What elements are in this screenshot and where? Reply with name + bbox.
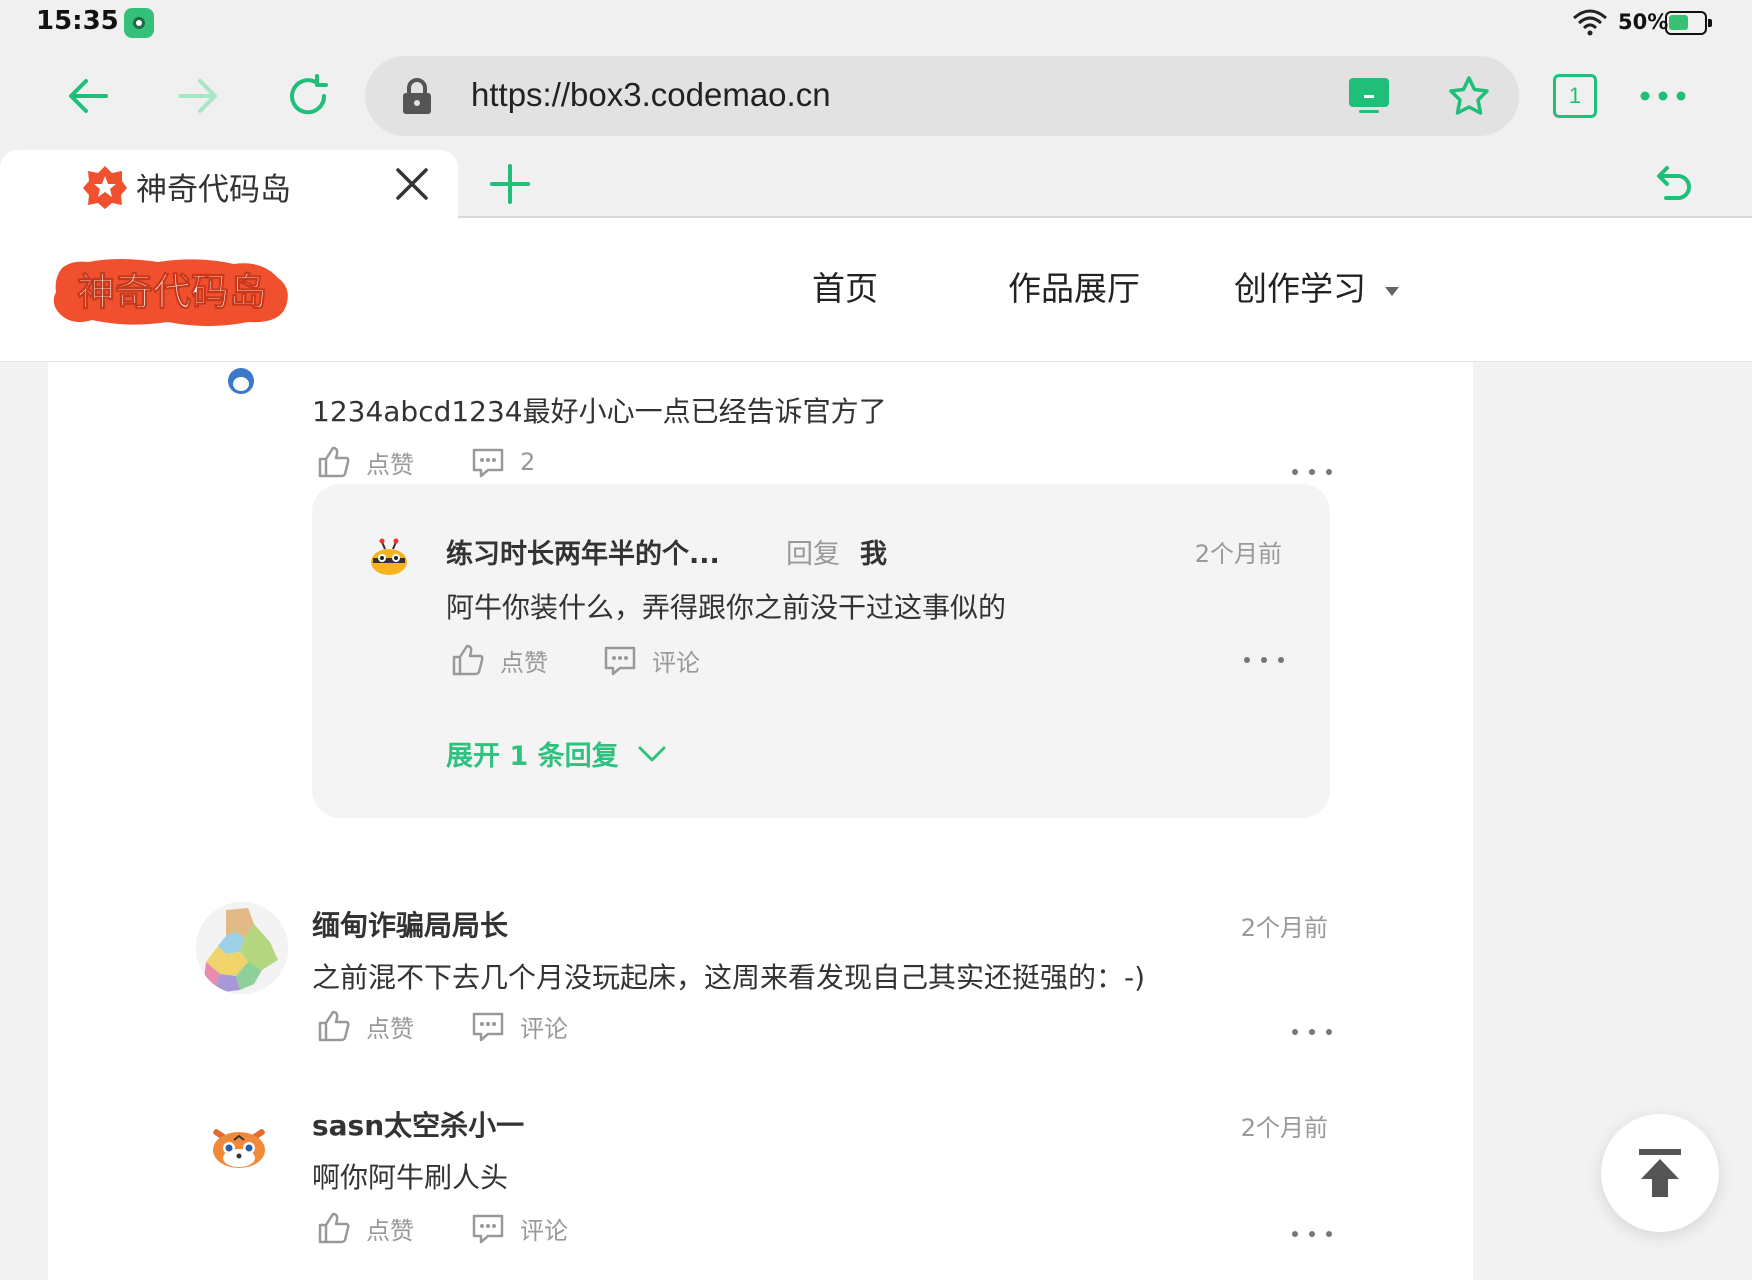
nav-gallery[interactable]: 作品展厅: [1008, 262, 1140, 310]
reply-text: 阿牛你装什么，弄得跟你之前没干过这事似的: [446, 591, 1007, 624]
tab-count-button[interactable]: 1: [1553, 74, 1597, 118]
nav-home[interactable]: 首页: [812, 262, 878, 310]
reload-icon: [290, 74, 328, 115]
comment-button[interactable]: 评论: [470, 1210, 568, 1246]
nav-learn-label: 创作学习: [1234, 269, 1366, 308]
site-logo[interactable]: 神奇代码岛: [48, 252, 292, 332]
avatar[interactable]: [196, 902, 288, 994]
comment-text: 啊你阿牛刷人头: [312, 1161, 509, 1194]
expand-replies-button[interactable]: 展开 1 条回复: [446, 734, 667, 773]
more-horizontal-icon: [1640, 91, 1686, 101]
bookmark-star-icon[interactable]: [1447, 74, 1491, 118]
new-tab-icon[interactable]: [488, 162, 532, 206]
menu-button[interactable]: [1633, 66, 1693, 126]
comment-bubble-icon: [472, 1214, 504, 1244]
lock-icon: [403, 78, 431, 114]
comment-bubble-icon: [472, 448, 504, 478]
thumbs-up-icon: [452, 644, 484, 676]
undo-close-tab-icon[interactable]: [1648, 162, 1694, 208]
battery-icon: [1665, 11, 1712, 35]
like-button[interactable]: 点赞: [316, 1210, 414, 1246]
scroll-to-top-button[interactable]: [1601, 1114, 1719, 1232]
site-header: 神奇代码岛 首页 作品展厅 创作学习: [0, 218, 1752, 362]
site-favicon-icon: [83, 166, 127, 209]
avatar[interactable]: [228, 368, 254, 394]
reply-target[interactable]: 我: [860, 532, 887, 571]
reply-count-button[interactable]: 2: [470, 444, 535, 480]
comment-item: sasn太空杀小一 2个月前 啊你阿牛刷人头 点赞 评论: [48, 1104, 1473, 1280]
comment-label: 评论: [652, 648, 700, 677]
like-button[interactable]: 点赞: [316, 444, 414, 480]
expand-label: 展开 1 条回复: [446, 741, 619, 772]
thumbs-up-icon: [318, 1212, 350, 1244]
close-tab-icon[interactable]: [394, 166, 430, 202]
like-label: 点赞: [366, 1216, 414, 1245]
author-name[interactable]: sasn太空杀小一: [312, 1104, 524, 1144]
comment-label: 评论: [520, 1014, 568, 1043]
reply-count: 2: [520, 448, 536, 476]
comment-time: 2个月前: [1240, 1114, 1328, 1142]
caret-down-icon: [1384, 286, 1399, 296]
like-button[interactable]: 点赞: [316, 1008, 414, 1044]
screen-cast-icon[interactable]: [1347, 76, 1391, 116]
url-text: https://box3.codemao.cn: [471, 76, 831, 113]
status-time: 15:35: [36, 6, 119, 36]
forward-button[interactable]: [168, 66, 228, 126]
comment-text: 1234abcd1234最好小心一点已经告诉官方了: [312, 395, 887, 428]
reply-comment-button[interactable]: 评论: [602, 642, 700, 678]
battery-percent: 50%: [1618, 10, 1669, 34]
comment-item: 缅甸诈骗局局长 2个月前 之前混不下去几个月没玩起床，这周来看发现自己其实还挺强…: [48, 902, 1473, 1092]
address-bar[interactable]: https://box3.codemao.cn: [365, 56, 1519, 136]
more-options-button[interactable]: [1292, 1224, 1332, 1244]
screen-recorder-icon: [124, 8, 154, 38]
tab-title: 神奇代码岛: [136, 172, 291, 208]
arrow-up-to-top-icon: [1639, 1149, 1681, 1197]
chevron-down-icon: [638, 746, 666, 761]
more-options-button[interactable]: [1292, 1022, 1332, 1042]
comment-time: 2个月前: [1240, 914, 1328, 942]
reply-time: 2个月前: [1194, 540, 1282, 568]
reload-button[interactable]: [278, 66, 338, 126]
thumbs-up-icon: [318, 1010, 350, 1042]
reply-box: 练习时长两年半的个... 回复 我 2个月前 阿牛你装什么，弄得跟你之前没干过这…: [312, 484, 1330, 818]
map-avatar-icon: [196, 902, 288, 994]
thumbs-up-icon: [318, 446, 350, 478]
wifi-icon: [1573, 9, 1607, 36]
nav-learn[interactable]: 创作学习: [1234, 262, 1401, 310]
like-label: 点赞: [500, 648, 548, 677]
reply-author[interactable]: 练习时长两年半的个...: [446, 532, 720, 571]
svg-text:神奇代码岛: 神奇代码岛: [77, 270, 267, 314]
reply-avatar[interactable]: [368, 536, 410, 578]
reply-more-options-button[interactable]: [1244, 650, 1284, 670]
like-label: 点赞: [366, 450, 414, 479]
arrow-left-icon: [69, 79, 108, 113]
reply-label: 回复: [786, 539, 840, 570]
back-button[interactable]: [58, 66, 118, 126]
comment-bubble-icon: [604, 646, 636, 676]
reply-like-button[interactable]: 点赞: [450, 642, 548, 678]
more-options-button[interactable]: [1292, 462, 1332, 482]
arrow-right-icon: [178, 79, 217, 113]
comment-bubble-icon: [472, 1012, 504, 1042]
author-name[interactable]: 缅甸诈骗局局长: [312, 904, 508, 944]
like-label: 点赞: [366, 1014, 414, 1043]
tiger-avatar-icon: [213, 1129, 265, 1168]
bee-avatar-icon: [371, 538, 407, 575]
comment-text: 之前混不下去几个月没玩起床，这周来看发现自己其实还挺强的：-): [312, 961, 1146, 994]
comment-label: 评论: [520, 1216, 568, 1245]
comment-item: 1234abcd1234最好小心一点已经告诉官方了 点赞 2 练习时长两年半的个…: [48, 362, 1473, 846]
avatar[interactable]: [208, 1118, 270, 1180]
tab-strip: 神奇代码岛: [0, 150, 1752, 220]
status-bar: 15:35 50%: [0, 0, 1752, 44]
comment-button[interactable]: 评论: [470, 1008, 568, 1044]
browser-toolbar: https://box3.codemao.cn 1: [0, 44, 1752, 150]
comment-list: 1234abcd1234最好小心一点已经告诉官方了 点赞 2 练习时长两年半的个…: [48, 362, 1473, 1280]
browser-tab[interactable]: 神奇代码岛: [0, 150, 458, 220]
